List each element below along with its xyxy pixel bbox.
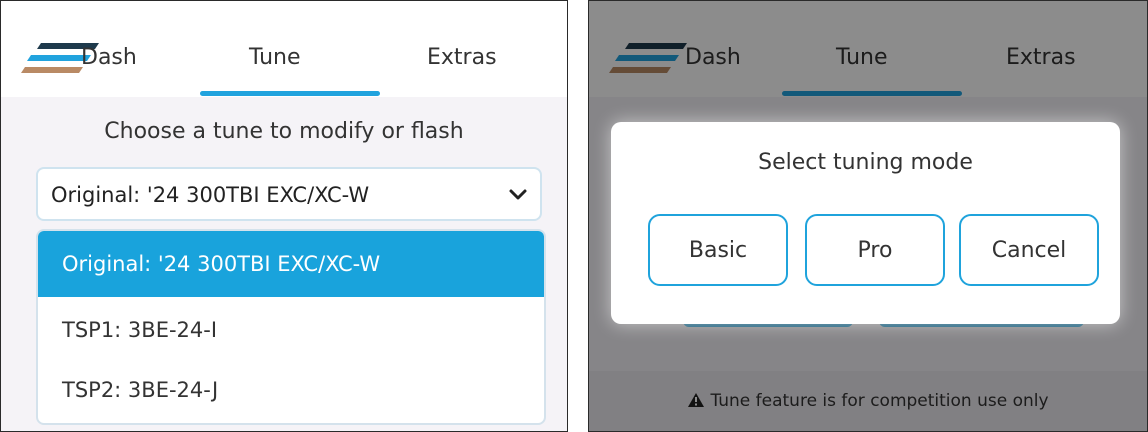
active-tab-indicator bbox=[200, 91, 380, 96]
tab-dash[interactable]: Dash bbox=[81, 45, 137, 70]
top-nav-bar: Dash Tune Extras bbox=[1, 1, 567, 97]
tune-option-original[interactable]: Original: '24 300TBI EXC/XC-W bbox=[38, 231, 544, 297]
tab-tune[interactable]: Tune bbox=[249, 45, 301, 70]
tune-dropdown-menu: Original: '24 300TBI EXC/XC-W TSP1: 3BE-… bbox=[36, 229, 546, 425]
tab-extras[interactable]: Extras bbox=[427, 45, 497, 70]
tune-select[interactable]: Original: '24 300TBI EXC/XC-W bbox=[36, 167, 542, 221]
tuning-mode-dialog: Select tuning mode Basic Pro Cancel bbox=[611, 122, 1120, 324]
right-screen: Dash Tune Extras Tune feature is for com… bbox=[588, 0, 1148, 432]
page-heading: Choose a tune to modify or flash bbox=[104, 119, 464, 144]
basic-button[interactable]: Basic bbox=[648, 214, 788, 286]
chevron-down-icon bbox=[509, 189, 527, 200]
dialog-title: Select tuning mode bbox=[758, 150, 973, 175]
pro-button[interactable]: Pro bbox=[805, 214, 945, 286]
tune-option-tsp2[interactable]: TSP2: 3BE-24-J bbox=[38, 357, 544, 423]
tune-select-value: Original: '24 300TBI EXC/XC-W bbox=[51, 183, 370, 207]
cancel-button[interactable]: Cancel bbox=[959, 214, 1099, 286]
tune-option-tsp1[interactable]: TSP1: 3BE-24-I bbox=[38, 297, 544, 363]
left-screen: Dash Tune Extras Choose a tune to modify… bbox=[0, 0, 568, 432]
